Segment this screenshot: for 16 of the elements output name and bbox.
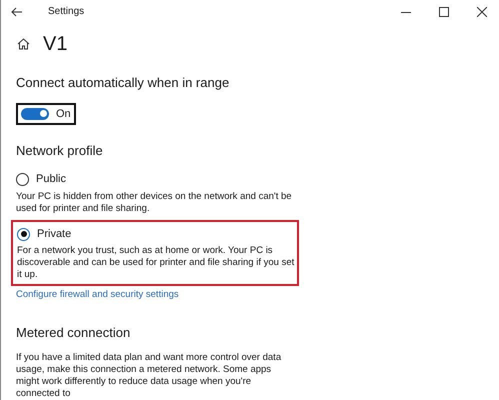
close-icon[interactable] [477,6,487,17]
section-heading: Metered connection [16,324,130,342]
option-description: Your PC is hidden from other devices on the network and can't be used for printer and file sharing. [16,190,293,215]
firewall-link[interactable]: Configure firewall and security settings [16,288,179,302]
option-description: For a network you trust, such as at home or work. Your PC is discoverable and can be used for printer and file sharing if you set it up. [17,245,295,282]
section-heading: Connect automatically when in range [16,74,230,92]
radio-button[interactable]: Private [17,226,291,242]
page-title: V1 [43,32,68,58]
back-icon[interactable] [11,6,23,17]
toggle-switch[interactable]: On [16,102,76,125]
home-icon[interactable] [17,38,30,50]
radio-button[interactable]: Public [16,171,299,188]
window-title: Settings [48,5,84,20]
metered-description: If you have a limited data plan and want more control over data usage, make this connection a metered network. Some apps might work differently to reduce data usage when you're connected to [16,352,282,400]
section-heading: Network profile [16,142,103,160]
maximize-icon[interactable] [439,6,449,17]
